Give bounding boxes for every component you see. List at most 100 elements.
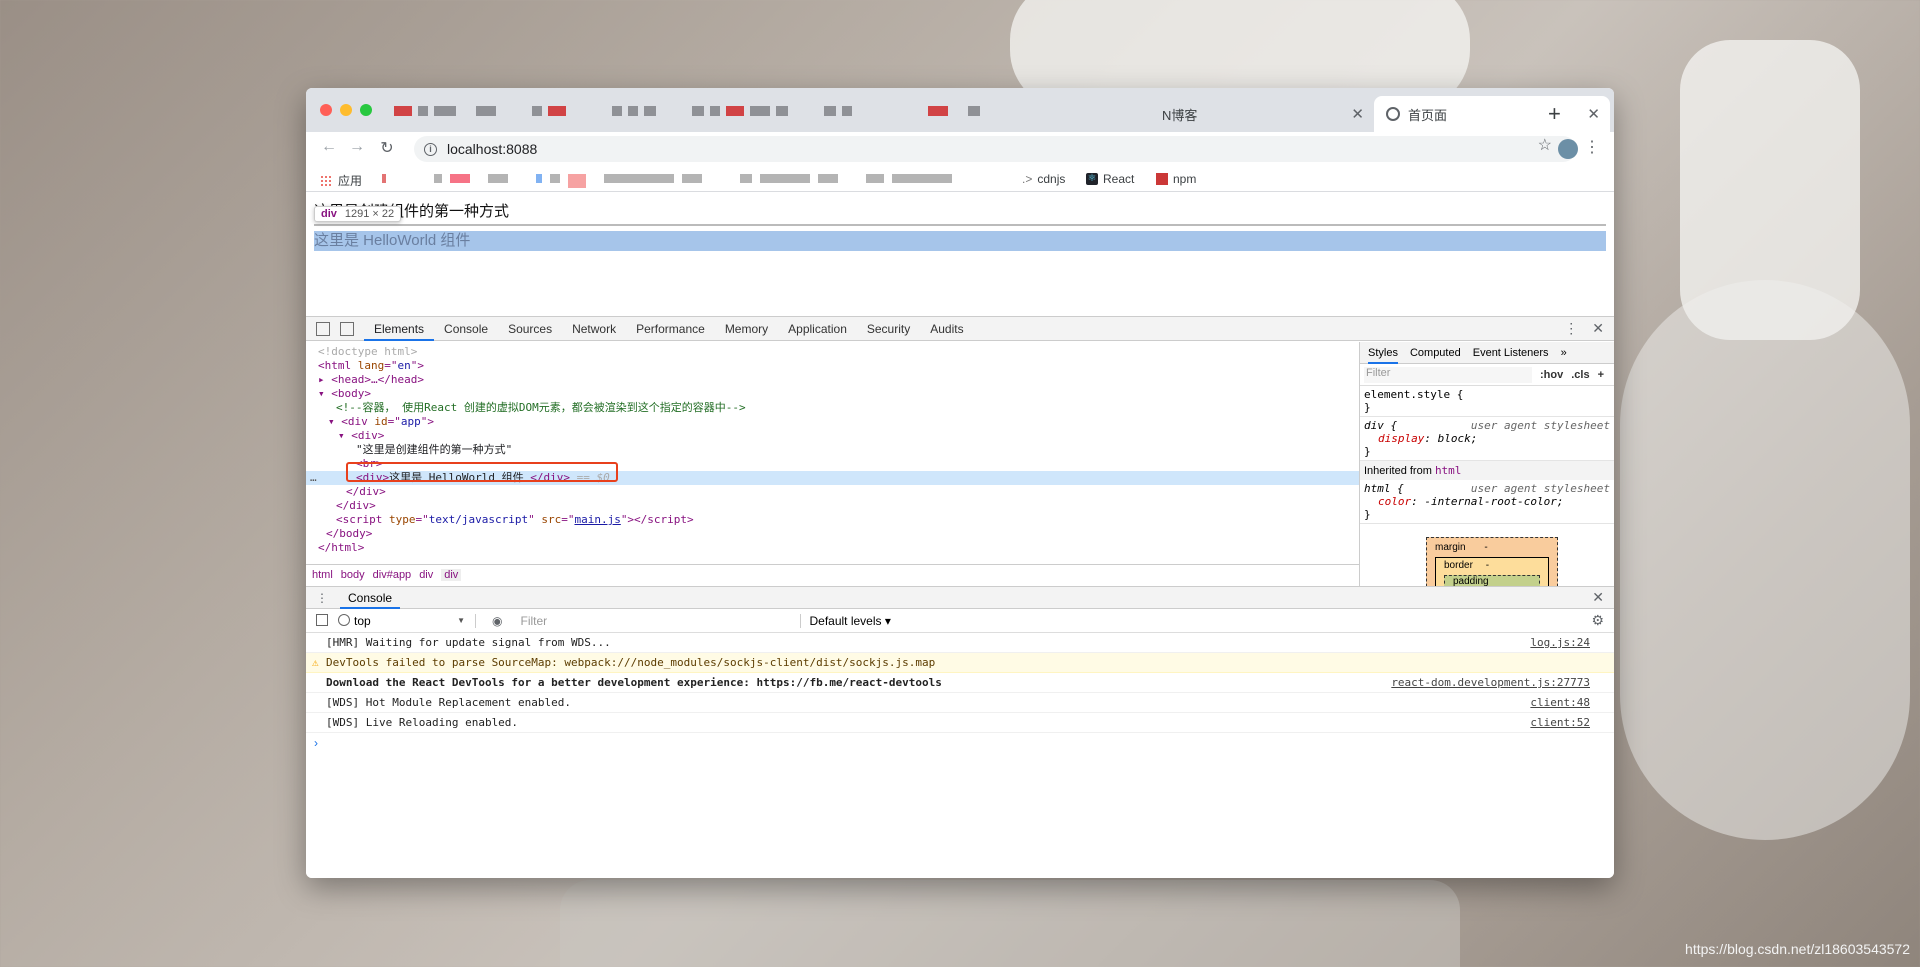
- dom-line[interactable]: <!--容器， 使用React 创建的虚拟DOM元素，都会被渲染到这个指定的容器…: [306, 401, 1359, 415]
- breadcrumb-item[interactable]: div: [419, 569, 433, 581]
- bookmark-react[interactable]: ⚛ React: [1086, 172, 1134, 186]
- blurred-bookmarks[interactable]: [382, 174, 952, 188]
- tooltip-size: 1291 × 22: [344, 208, 395, 220]
- tab-network[interactable]: Network: [562, 317, 626, 341]
- tab-event-listeners[interactable]: Event Listeners: [1473, 347, 1549, 359]
- tab-application[interactable]: Application: [778, 317, 857, 341]
- tab-security[interactable]: Security: [857, 317, 920, 341]
- tab-elements[interactable]: Elements: [364, 317, 435, 341]
- breadcrumb-item[interactable]: body: [341, 569, 365, 581]
- dom-line[interactable]: ▸ <head>…</head>: [306, 373, 1359, 387]
- more-menu-icon[interactable]: ⋮: [1584, 137, 1600, 157]
- script-link[interactable]: main.js: [574, 513, 620, 526]
- tooltip-tag: div: [321, 208, 337, 220]
- close-window-button[interactable]: [320, 104, 332, 116]
- bookmark-star-icon[interactable]: ☆: [1538, 135, 1552, 155]
- message-source-link[interactable]: client:48: [1530, 693, 1590, 713]
- window-controls: [320, 104, 372, 116]
- tab-styles[interactable]: Styles: [1368, 342, 1398, 364]
- sidebar-toggle-icon[interactable]: [316, 614, 328, 626]
- add-rule-icon[interactable]: +: [1598, 369, 1604, 381]
- html-rule[interactable]: user agent stylesheet html { color: -inte…: [1360, 480, 1614, 524]
- close-drawer-icon[interactable]: ✕: [1592, 589, 1604, 606]
- dom-line[interactable]: </div>: [306, 499, 1359, 513]
- tab-home[interactable]: 首页面 ✕: [1374, 96, 1610, 132]
- page-viewport: 这里是创建组件的第一种方式 这里是 HelloWorld 组件 div 1291 …: [306, 192, 1614, 316]
- styles-filter-row: Filter :hov .cls +: [1360, 364, 1614, 386]
- dom-line[interactable]: "这里是创建组件的第一种方式": [306, 443, 1359, 457]
- console-filter-input[interactable]: Filter: [516, 613, 802, 628]
- message-source-link[interactable]: client:52: [1530, 713, 1590, 733]
- console-message: Download the React DevTools for a better…: [306, 673, 1614, 693]
- apps-grid-icon: [320, 174, 332, 187]
- inherited-header: Inherited from html: [1360, 461, 1614, 480]
- bookmarks-bar: 应用 .> cdnjs ⚛ React npm: [306, 166, 1614, 192]
- highlighted-element[interactable]: 这里是 HelloWorld 组件: [314, 231, 1606, 251]
- console-prompt[interactable]: ›: [306, 733, 1614, 753]
- blurred-tabs[interactable]: [394, 106, 980, 116]
- bookmark-label: React: [1103, 172, 1135, 186]
- log-levels-dropdown[interactable]: Default levels ▾: [809, 614, 890, 628]
- forward-icon[interactable]: →: [346, 138, 368, 156]
- back-icon[interactable]: ←: [318, 138, 340, 156]
- close-tab-icon[interactable]: ✕: [1587, 105, 1600, 123]
- breadcrumb-item[interactable]: div: [441, 568, 462, 581]
- element-style-rule[interactable]: element.style { }: [1360, 386, 1614, 417]
- breadcrumb-item[interactable]: div#app: [373, 569, 412, 581]
- inspect-element-icon[interactable]: [316, 321, 330, 336]
- profile-avatar[interactable]: [1558, 139, 1578, 159]
- tab-audits[interactable]: Audits: [920, 317, 973, 341]
- drawer-menu-icon[interactable]: ⋮: [316, 591, 328, 605]
- cls-toggle[interactable]: .cls: [1571, 369, 1589, 381]
- bookmark-label: 应用: [338, 174, 363, 188]
- drawer-tab-console[interactable]: Console: [340, 587, 401, 609]
- tab-performance[interactable]: Performance: [626, 317, 715, 341]
- dom-tree: <!doctype html> <html lang="en"> ▸ <head…: [306, 342, 1359, 586]
- maximize-window-button[interactable]: [360, 104, 372, 116]
- context-selector[interactable]: top: [346, 613, 476, 628]
- globe-icon: [1386, 107, 1400, 121]
- dom-line[interactable]: </html>: [306, 541, 1359, 555]
- breadcrumb: html body div#app div div: [306, 564, 1359, 584]
- tab-console[interactable]: Console: [434, 317, 498, 341]
- gear-icon[interactable]: ⚙: [1591, 612, 1604, 629]
- console-toolbar: top ◉ Filter Default levels ▾ ⚙: [306, 609, 1614, 633]
- new-tab-button[interactable]: +: [1548, 101, 1561, 127]
- device-toolbar-icon[interactable]: [340, 321, 354, 336]
- tab-blog[interactable]: N博客 ✕: [1150, 96, 1374, 132]
- dom-line[interactable]: <!doctype html>: [306, 345, 1359, 359]
- tab-memory[interactable]: Memory: [715, 317, 778, 341]
- styles-filter-input[interactable]: Filter: [1364, 366, 1532, 383]
- address-bar[interactable]: i localhost:8088: [414, 136, 1576, 162]
- dom-line[interactable]: </body>: [306, 527, 1359, 541]
- dom-line[interactable]: <script type="text/javascript" src="main…: [306, 513, 1359, 527]
- minimize-window-button[interactable]: [340, 104, 352, 116]
- message-source-link[interactable]: log.js:24: [1530, 633, 1590, 653]
- breadcrumb-item[interactable]: html: [312, 569, 333, 581]
- close-tab-icon[interactable]: ✕: [1351, 105, 1364, 123]
- bookmark-apps[interactable]: 应用: [320, 172, 362, 189]
- dom-line[interactable]: ▾ <div id="app">: [306, 415, 1359, 429]
- devtools-panel: Elements Console Sources Network Perform…: [306, 316, 1614, 878]
- tab-computed[interactable]: Computed: [1410, 347, 1461, 359]
- hov-toggle[interactable]: :hov: [1540, 369, 1563, 381]
- close-devtools-icon[interactable]: ✕: [1592, 320, 1604, 337]
- dom-line[interactable]: </div>: [306, 485, 1359, 499]
- more-tabs-icon[interactable]: »: [1561, 347, 1567, 359]
- dom-line[interactable]: ▾ <body>: [306, 387, 1359, 401]
- annotation-highlight-box: [346, 462, 618, 482]
- message-source-link[interactable]: react-dom.development.js:27773: [1391, 673, 1590, 693]
- devtools-menu-icon[interactable]: ⋮: [1564, 320, 1578, 337]
- info-icon[interactable]: i: [424, 142, 437, 156]
- dom-line[interactable]: ▾ <div>: [306, 429, 1359, 443]
- console-warning: DevTools failed to parse SourceMap: webp…: [306, 653, 1614, 673]
- browser-window: N博客 ✕ 首页面 ✕ + ← → ↻ i localhost:8088 ☆ ⋮…: [306, 88, 1614, 878]
- dom-line[interactable]: <html lang="en">: [306, 359, 1359, 373]
- eye-icon[interactable]: ◉: [492, 614, 502, 628]
- div-rule[interactable]: user agent stylesheet div { display: bloc…: [1360, 417, 1614, 461]
- tab-sources[interactable]: Sources: [498, 317, 562, 341]
- drawer-header: ⋮ Console ✕: [306, 587, 1614, 609]
- reload-icon[interactable]: ↻: [376, 138, 398, 158]
- bookmark-npm[interactable]: npm: [1156, 172, 1196, 186]
- bookmark-cdnjs[interactable]: .> cdnjs: [1022, 172, 1065, 186]
